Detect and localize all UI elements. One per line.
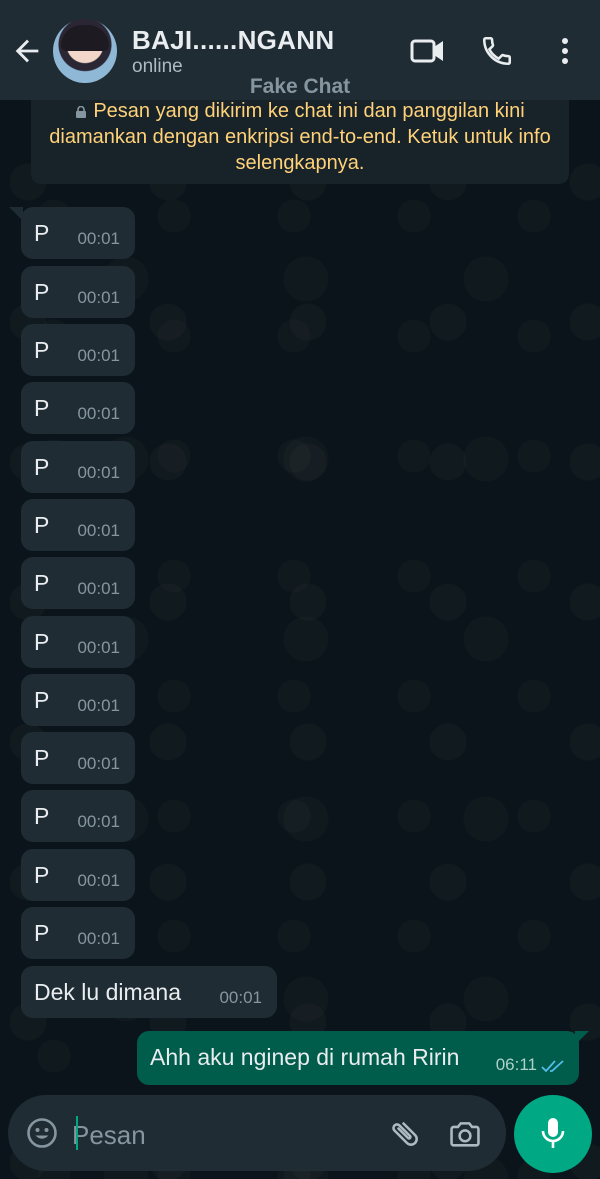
- encryption-notice[interactable]: Pesan yang dikirim ke chat ini dan pangg…: [31, 98, 569, 184]
- message-input[interactable]: [70, 1115, 374, 1155]
- more-options-button[interactable]: [548, 34, 582, 68]
- contact-name[interactable]: BAJI......NGANN: [132, 25, 334, 56]
- message-time: 00:01: [77, 696, 120, 715]
- message-text: Ahh aku nginep di rumah Ririn: [150, 1044, 460, 1070]
- message-text: P: [34, 687, 50, 713]
- message-time: 00:01: [77, 754, 120, 773]
- arrow-left-icon: [15, 39, 39, 63]
- voice-call-button[interactable]: [480, 34, 516, 68]
- avatar[interactable]: [53, 19, 117, 83]
- message-text: P: [34, 337, 50, 363]
- message-bubble-incoming[interactable]: P 00:01: [21, 849, 135, 901]
- watermark: Fake Chat: [249, 75, 351, 98]
- message-composer: [8, 1095, 506, 1171]
- message-time: 00:01: [77, 229, 120, 248]
- message-text: P: [34, 862, 50, 888]
- message-bubble-incoming[interactable]: Dek lu dimana 00:01: [21, 966, 277, 1018]
- message-text: Dek lu dimana: [34, 979, 182, 1005]
- message-time: 00:01: [219, 988, 262, 1007]
- message-bubble-incoming[interactable]: P 00:01: [21, 732, 135, 784]
- message-bubble-incoming[interactable]: P 00:01: [21, 207, 135, 259]
- message-text: P: [34, 803, 50, 829]
- camera-icon: [450, 1122, 480, 1147]
- message-time: 00:01: [77, 404, 120, 423]
- attach-button[interactable]: [388, 1117, 422, 1151]
- message-bubble-incoming[interactable]: P 00:01: [21, 557, 135, 609]
- more-vertical-icon: [562, 38, 568, 64]
- message-time: 00:01: [77, 812, 120, 831]
- message-text: P: [34, 395, 50, 421]
- message-time: 00:01: [77, 463, 120, 482]
- message-text: P: [34, 220, 50, 246]
- message-text: P: [34, 454, 50, 480]
- emoji-icon: [27, 1118, 57, 1148]
- message-bubble-incoming[interactable]: P 00:01: [21, 324, 135, 376]
- double-check-icon: [541, 1060, 564, 1073]
- video-camera-icon: [410, 39, 443, 63]
- message-time: 00:01: [77, 346, 120, 365]
- message-time: 00:01: [77, 579, 120, 598]
- message-time: 00:01: [77, 288, 120, 307]
- lock-icon: [76, 106, 87, 118]
- emoji-button[interactable]: [26, 1117, 58, 1149]
- message-text: P: [34, 512, 50, 538]
- message-time: 00:01: [77, 638, 120, 657]
- voice-message-button[interactable]: [514, 1095, 592, 1173]
- encryption-notice-text: Pesan yang dikirim ke chat ini dan pangg…: [49, 100, 551, 174]
- message-bubble-incoming[interactable]: P 00:01: [21, 907, 135, 959]
- message-bubble-incoming[interactable]: P 00:01: [21, 499, 135, 551]
- message-text: P: [34, 745, 50, 771]
- message-time: 00:01: [77, 521, 120, 540]
- back-button[interactable]: [10, 34, 44, 68]
- message-bubble-incoming[interactable]: P 00:01: [21, 266, 135, 318]
- phone-icon: [482, 36, 512, 66]
- message-text: P: [34, 920, 50, 946]
- camera-button[interactable]: [448, 1117, 482, 1151]
- mic-icon: [541, 1118, 565, 1148]
- paperclip-icon: [392, 1122, 418, 1146]
- message-bubble-incoming[interactable]: P 00:01: [21, 441, 135, 493]
- message-text: P: [34, 279, 50, 305]
- message-text: P: [34, 570, 50, 596]
- message-bubble-incoming[interactable]: P 00:01: [21, 790, 135, 842]
- video-call-button[interactable]: [410, 34, 446, 68]
- bubble-tail: [575, 1031, 589, 1045]
- message-text: P: [34, 629, 50, 655]
- message-time: 00:01: [77, 929, 120, 948]
- message-bubble-incoming[interactable]: P 00:01: [21, 616, 135, 668]
- message-time: 00:01: [77, 871, 120, 890]
- message-time: 06:11: [495, 1055, 537, 1074]
- text-cursor: [76, 1116, 78, 1150]
- message-bubble-incoming[interactable]: P 00:01: [21, 674, 135, 726]
- message-bubble-incoming[interactable]: P 00:01: [21, 382, 135, 434]
- message-bubble-outgoing[interactable]: Ahh aku nginep di rumah Ririn 06:11: [137, 1031, 579, 1085]
